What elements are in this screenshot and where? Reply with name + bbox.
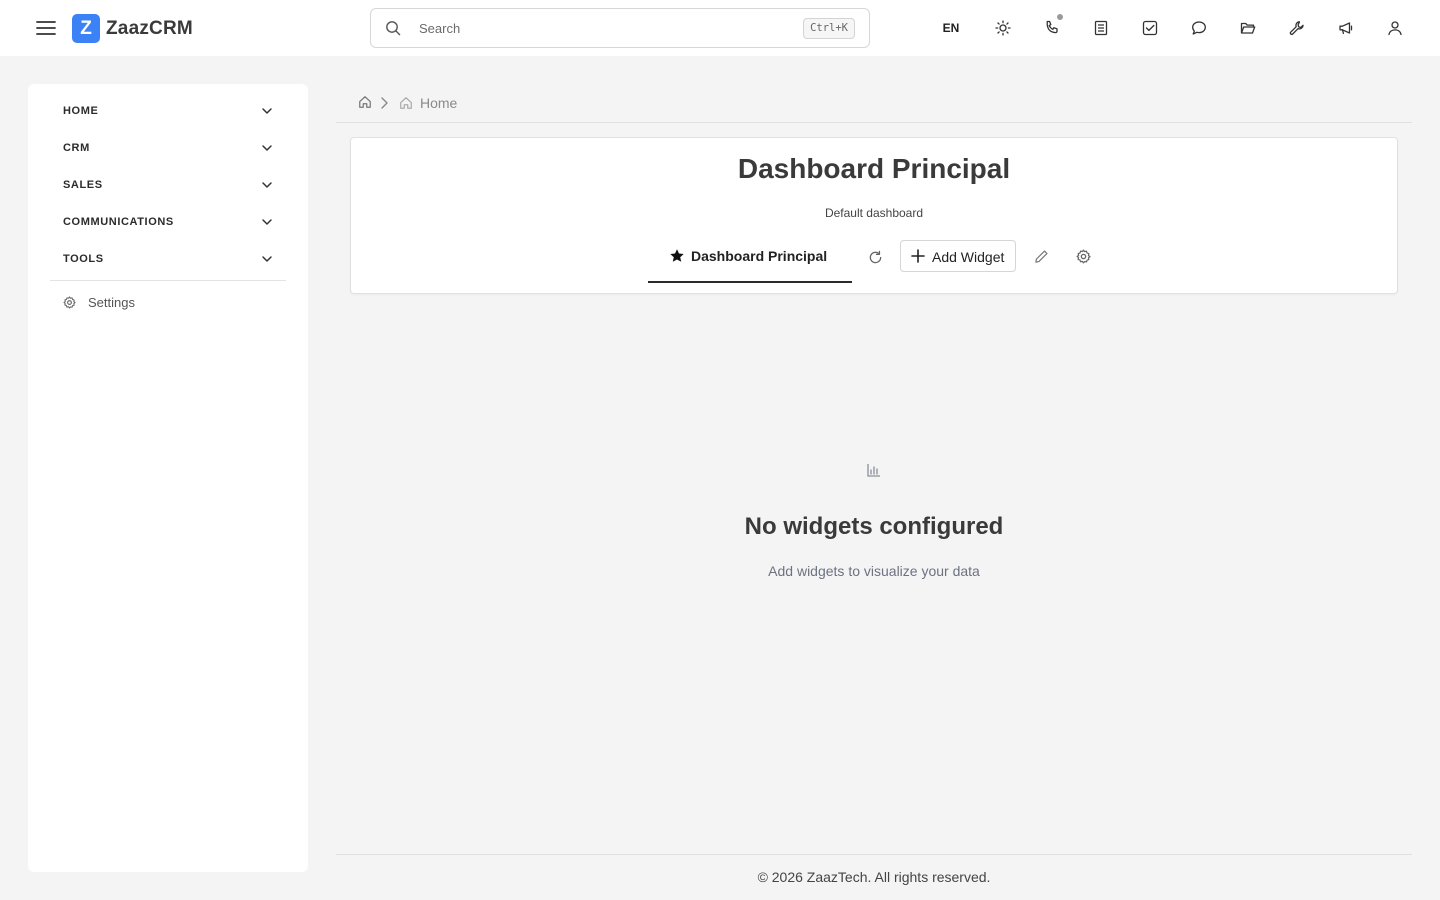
brand[interactable]: Z ZaazCRM — [72, 14, 193, 43]
breadcrumb-divider — [336, 122, 1412, 123]
sidebar-item-label: HOME — [63, 105, 99, 117]
calls-button[interactable] — [1036, 12, 1068, 44]
user-icon — [1388, 21, 1402, 36]
phone-icon — [1046, 20, 1058, 34]
hamburger-icon — [36, 21, 56, 35]
page-subtitle: Default dashboard — [824, 206, 924, 220]
sidebar-divider — [50, 280, 286, 281]
chevron-down-icon — [262, 108, 272, 114]
breadcrumb-current: Home — [420, 95, 458, 111]
chevron-down-icon — [262, 219, 272, 225]
chevron-down-icon — [262, 145, 272, 151]
chevron-down-icon — [262, 256, 272, 262]
messages-button[interactable] — [1183, 12, 1215, 44]
checkbox-icon — [1142, 20, 1158, 36]
sidebar-item-home[interactable]: HOME — [50, 96, 286, 126]
wrench-icon — [1289, 21, 1304, 36]
edit-dashboard-button[interactable] — [1030, 245, 1052, 267]
menu-toggle-button[interactable] — [34, 16, 58, 40]
sidebar-item-label: Settings — [88, 294, 135, 310]
search-input[interactable] — [419, 18, 779, 38]
search-shortcut-badge: Ctrl+K — [803, 18, 855, 39]
footer-text: © 2026 ZaazTech. All rights reserved. — [757, 869, 991, 885]
search-box: Ctrl+K — [370, 8, 870, 48]
sun-icon — [995, 20, 1011, 36]
chevron-right-icon — [381, 97, 388, 109]
top-bar: Z ZaazCRM Ctrl+K EN — [0, 0, 1440, 56]
dashboard-settings-button[interactable] — [1072, 245, 1094, 267]
home-icon[interactable] — [358, 95, 372, 109]
dashboard-header-card: Dashboard Principal Default dashboard Da… — [350, 137, 1398, 294]
announcements-button[interactable] — [1330, 12, 1362, 44]
document-icon — [1094, 20, 1108, 36]
tab-dashboard-principal[interactable]: Dashboard Principal — [648, 238, 852, 283]
language-label: EN — [942, 21, 960, 35]
page-title: Dashboard Principal — [737, 153, 1011, 184]
brand-name: ZaazCRM — [106, 17, 193, 39]
tools-button[interactable] — [1281, 12, 1313, 44]
sidebar-item-label: TOOLS — [63, 253, 104, 265]
documents-button[interactable] — [1085, 12, 1117, 44]
empty-state-subtitle: Add widgets to visualize your data — [768, 563, 980, 579]
add-widget-button[interactable]: Add Widget — [900, 240, 1016, 272]
theme-toggle-button[interactable] — [987, 12, 1019, 44]
footer-divider — [336, 854, 1412, 855]
refresh-icon — [869, 250, 881, 263]
star-icon — [670, 249, 684, 262]
megaphone-icon — [1339, 22, 1353, 35]
sidebar-item-crm[interactable]: CRM — [50, 133, 286, 163]
sidebar-item-label: SALES — [63, 179, 103, 191]
home-icon — [400, 97, 412, 109]
folder-icon — [1240, 22, 1256, 34]
sidebar-item-label: CRM — [63, 142, 90, 154]
tasks-button[interactable] — [1134, 12, 1166, 44]
search-icon — [386, 21, 401, 36]
pencil-icon — [1034, 249, 1048, 263]
empty-state-title: No widgets configured — [744, 513, 1004, 540]
sidebar-item-tools[interactable]: TOOLS — [50, 244, 286, 274]
refresh-button[interactable] — [864, 246, 886, 268]
brand-logo: Z — [72, 14, 100, 43]
language-button[interactable]: EN — [935, 12, 967, 44]
sidebar-item-sales[interactable]: SALES — [50, 170, 286, 200]
plus-icon — [911, 249, 925, 263]
chat-icon — [1192, 21, 1206, 35]
sidebar-item-label: COMMUNICATIONS — [63, 216, 174, 228]
bar-chart-icon — [867, 464, 880, 477]
sidebar-item-communications[interactable]: COMMUNICATIONS — [50, 207, 286, 237]
gear-icon — [63, 296, 76, 309]
profile-button[interactable] — [1379, 12, 1411, 44]
gear-icon — [1076, 249, 1091, 263]
add-widget-label: Add Widget — [932, 249, 1005, 265]
sidebar-item-settings[interactable]: Settings — [50, 289, 286, 315]
chevron-down-icon — [262, 182, 272, 188]
notification-dot — [1057, 14, 1063, 20]
tab-label: Dashboard Principal — [691, 248, 828, 264]
sidebar: HOME CRM SALES COMMUNICATIONS TOOLS Sett… — [28, 84, 308, 872]
files-button[interactable] — [1232, 12, 1264, 44]
